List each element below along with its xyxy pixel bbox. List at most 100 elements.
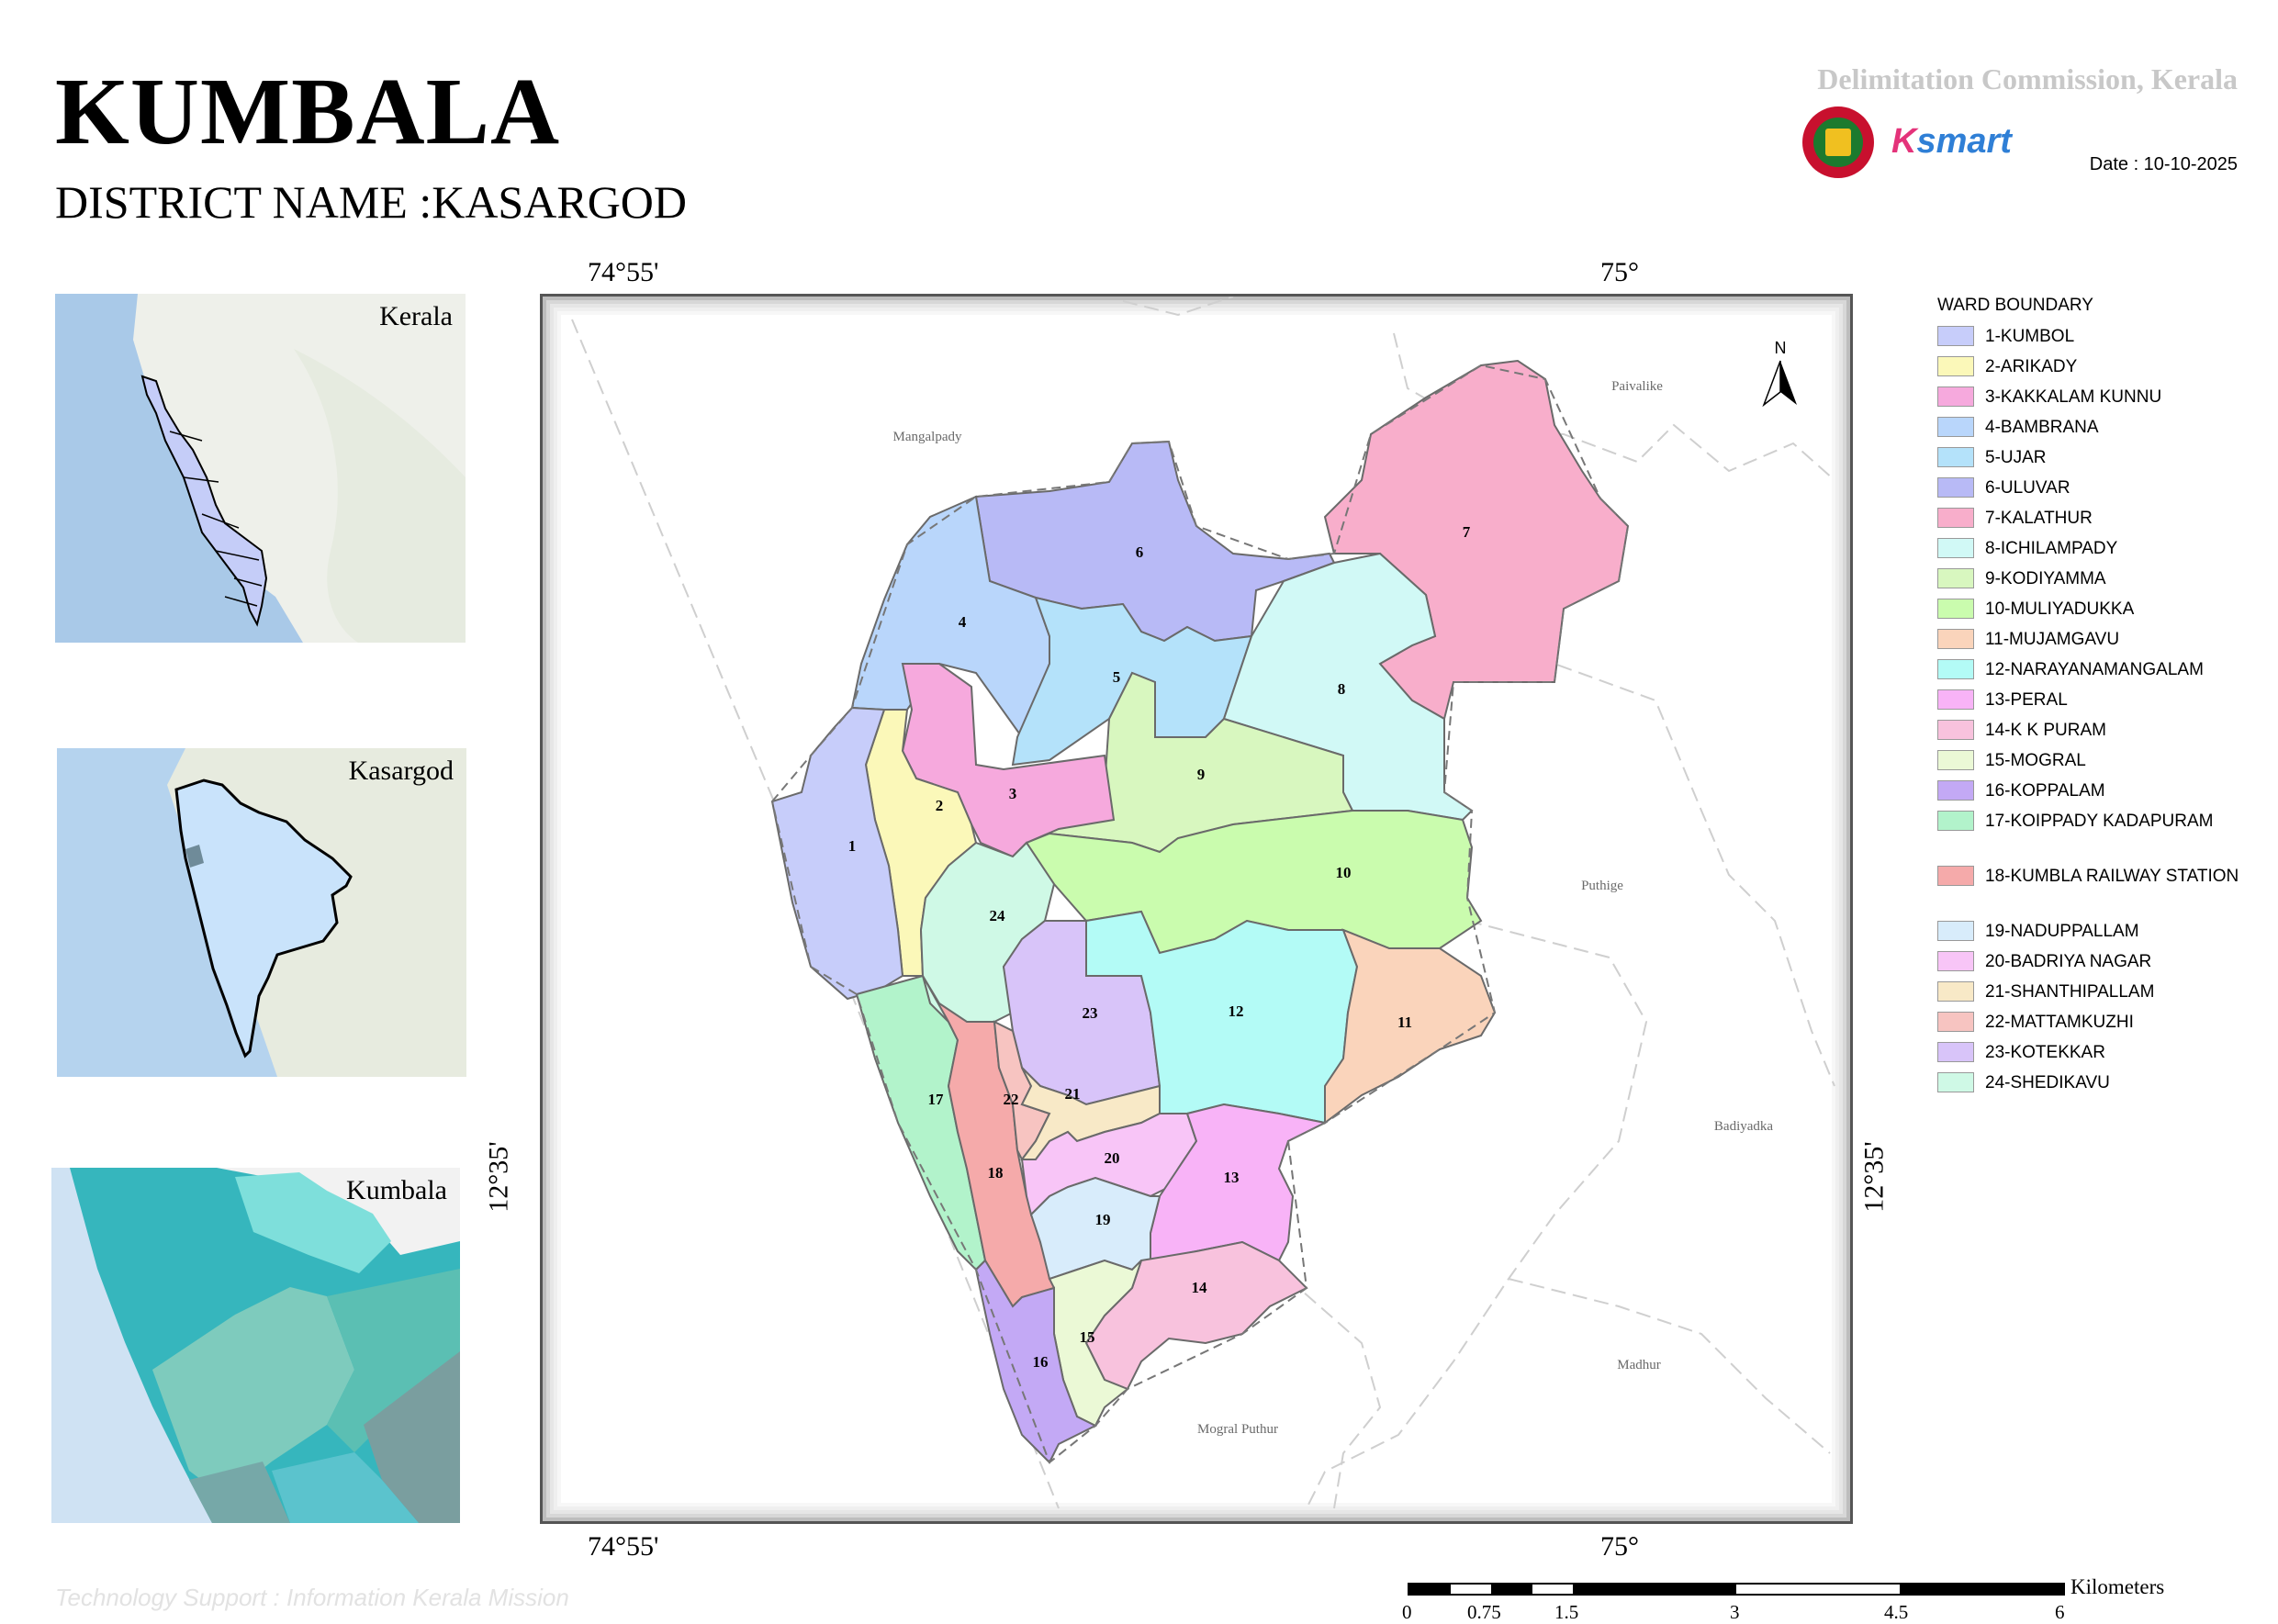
kumbala-inset-label: Kumbala	[346, 1175, 447, 1205]
kerala-inset-label: Kerala	[379, 301, 453, 331]
legend-item: 16-KOPPALAM	[1937, 780, 2251, 802]
legend-swatch	[1937, 811, 1974, 831]
scale-tick-1-5: 1.5	[1554, 1601, 1579, 1623]
ward-label-24: 24	[990, 907, 1006, 924]
ward-label-1: 1	[848, 837, 857, 855]
scale-unit: Kilometers	[2070, 1575, 2165, 1598]
legend-label: 2-ARIKADY	[1985, 357, 2078, 376]
legend-item: 15-MOGRAL	[1937, 750, 2251, 772]
legend-swatch	[1937, 477, 1974, 498]
place-badiyadka: Badiyadka	[1714, 1119, 1773, 1134]
legend-label: 15-MOGRAL	[1985, 751, 2086, 770]
legend-label: 16-KOPPALAM	[1985, 781, 2105, 801]
ward-label-7: 7	[1463, 523, 1471, 541]
legend-label: 23-KOTEKKAR	[1985, 1043, 2105, 1062]
scale-tick-3: 3	[1730, 1601, 1740, 1623]
legend-label: 11-MUJAMGAVU	[1985, 630, 2120, 649]
legend-swatch	[1937, 866, 1974, 886]
ward-label-3: 3	[1009, 785, 1017, 802]
legend-title: WARD BOUNDARY	[1937, 296, 2093, 315]
scale-tick-6: 6	[2055, 1601, 2065, 1623]
coord-left: 12°35'	[483, 1141, 514, 1213]
legend-label: 4-BAMBRANA	[1985, 418, 2099, 437]
legend-swatch	[1937, 951, 1974, 971]
legend-item: 14-K K PURAM	[1937, 720, 2251, 742]
kerala-inset-map: Kerala	[55, 294, 466, 643]
legend-label: 17-KOIPPADY KADAPURAM	[1985, 812, 2214, 831]
legend-label: 18-KUMBLA RAILWAY STATION	[1985, 867, 2239, 886]
map-date: Date : 10-10-2025	[2089, 154, 2238, 174]
legend-item: 9-KODIYAMMA	[1937, 568, 2251, 590]
coord-right: 12°35'	[1858, 1141, 1890, 1213]
coord-top-left: 74°55'	[588, 257, 659, 287]
commission-name: Delimitation Commission, Kerala	[1817, 62, 2238, 95]
ward-label-17: 17	[928, 1091, 945, 1108]
ward-label-6: 6	[1136, 543, 1144, 561]
legend-item: 1-KUMBOL	[1937, 326, 2251, 348]
legend-label: 21-SHANTHIPALLAM	[1985, 982, 2155, 1002]
legend-swatch	[1937, 356, 1974, 376]
legend-item: 7-KALATHUR	[1937, 508, 2251, 530]
tech-support-credit: Technology Support : Information Kerala …	[55, 1584, 569, 1611]
legend-swatch	[1937, 508, 1974, 528]
legend-swatch	[1937, 750, 1974, 770]
legend-swatch	[1937, 568, 1974, 588]
legend-item: 11-MUJAMGAVU	[1937, 629, 2251, 651]
scale-bar	[1408, 1583, 2065, 1596]
legend-item: 19-NADUPPALLAM	[1937, 921, 2251, 943]
main-map-frame: 1 2 3 4 5 6 7 8 9 10 11 12 13 14 15 16 1…	[540, 294, 1853, 1524]
place-madhur: Madhur	[1617, 1358, 1661, 1372]
legend-swatch	[1937, 417, 1974, 437]
legend-label: 10-MULIYADUKKA	[1985, 599, 2135, 619]
ward-label-16: 16	[1033, 1353, 1049, 1371]
legend-label: 9-KODIYAMMA	[1985, 569, 2106, 588]
legend-label: 5-UJAR	[1985, 448, 2047, 467]
coord-top-right: 75°	[1600, 257, 1639, 287]
legend-label: 7-KALATHUR	[1985, 509, 2093, 528]
legend-item: 6-ULUVAR	[1937, 477, 2251, 499]
legend-item: 12-NARAYANAMANGALAM	[1937, 659, 2251, 681]
scale-tick-0: 0	[1402, 1601, 1412, 1623]
legend-label: 22-MATTAMKUZHI	[1985, 1013, 2134, 1032]
legend-label: 3-KAKKALAM KUNNU	[1985, 387, 2162, 407]
legend-item: 3-KAKKALAM KUNNU	[1937, 386, 2251, 409]
north-arrow-icon: N	[1762, 339, 1797, 408]
coord-bottom-right: 75°	[1600, 1531, 1639, 1562]
place-mangalpady: Mangalpady	[893, 430, 962, 444]
coord-bottom-left: 74°55'	[588, 1531, 659, 1562]
kumbala-inset-map: Kumbala	[51, 1168, 460, 1523]
legend-item: 23-KOTEKKAR	[1937, 1042, 2251, 1064]
ward-label-14: 14	[1192, 1279, 1208, 1296]
legend-item: 24-SHEDIKAVU	[1937, 1072, 2251, 1094]
legend-label: 14-K K PURAM	[1985, 721, 2106, 740]
legend-label: 13-PERAL	[1985, 690, 2068, 710]
ward-map: 1 2 3 4 5 6 7 8 9 10 11 12 13 14 15 16 1…	[571, 297, 1835, 1509]
ksmart-logo: Ksmart	[1891, 122, 2012, 161]
legend-item: 8-ICHILAMPADY	[1937, 538, 2251, 560]
legend-item: 22-MATTAMKUZHI	[1937, 1012, 2251, 1034]
legend-swatch	[1937, 921, 1974, 941]
ward-label-10: 10	[1336, 864, 1352, 881]
legend-swatch	[1937, 720, 1974, 740]
legend-label: 19-NADUPPALLAM	[1985, 922, 2139, 941]
legend-swatch	[1937, 689, 1974, 710]
legend-swatch	[1937, 629, 1974, 649]
scale-tick-4-5: 4.5	[1884, 1601, 1909, 1623]
ward-label-9: 9	[1197, 766, 1206, 783]
ward-label-11: 11	[1397, 1014, 1412, 1031]
ward-label-23: 23	[1083, 1004, 1098, 1022]
place-puthige: Puthige	[1581, 879, 1623, 893]
place-mogral-puthur: Mogral Puthur	[1197, 1422, 1278, 1437]
legend-label: 12-NARAYANAMANGALAM	[1985, 660, 2204, 679]
ward-label-8: 8	[1338, 680, 1346, 698]
ward-label-12: 12	[1229, 1002, 1244, 1020]
legend-swatch	[1937, 1042, 1974, 1062]
legend-label: 20-BADRIYA NAGAR	[1985, 952, 2152, 971]
legend-item: 13-PERAL	[1937, 689, 2251, 711]
legend-swatch	[1937, 659, 1974, 679]
district-name: DISTRICT NAME :KASARGOD	[55, 176, 688, 228]
ward-label-20: 20	[1105, 1149, 1120, 1167]
ward-label-21: 21	[1065, 1085, 1081, 1103]
legend-item: 5-UJAR	[1937, 447, 2251, 469]
legend-label: 6-ULUVAR	[1985, 478, 2070, 498]
